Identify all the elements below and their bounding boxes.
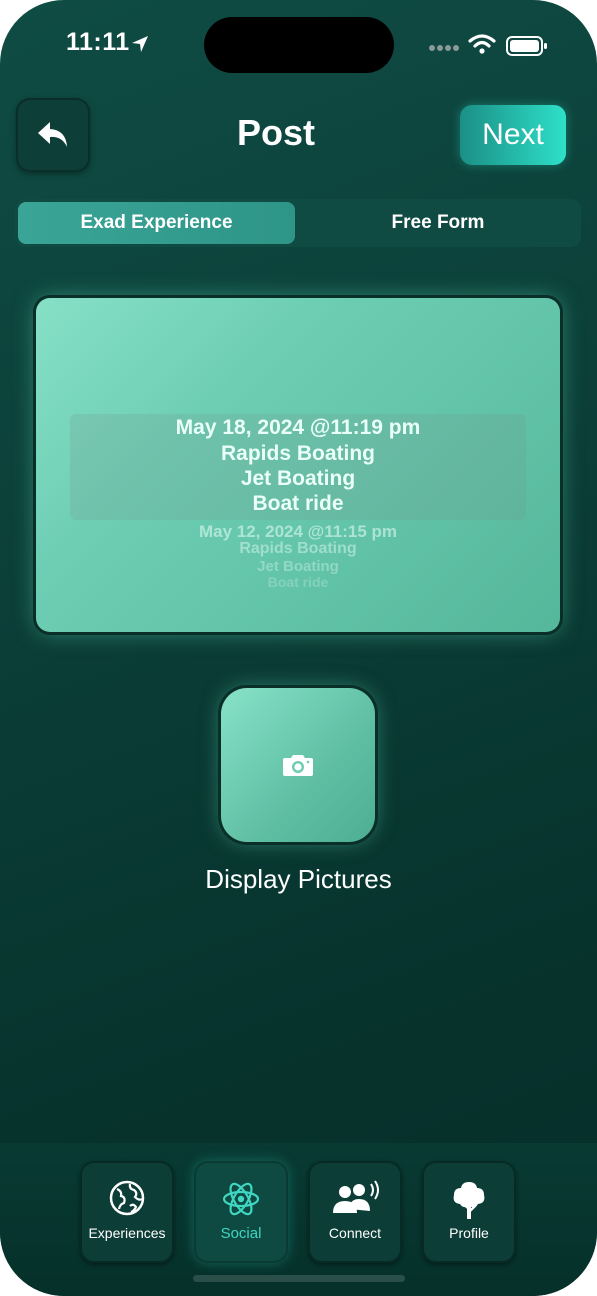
picker-next-date[interactable]: May 12, 2024 @11:15 pm (36, 522, 560, 542)
atom-icon (222, 1182, 260, 1216)
phone-screen: 11:11 Post Next Exad Experience Free For… (0, 0, 597, 1296)
tab-profile[interactable]: Profile (422, 1161, 516, 1263)
segment-free-form[interactable]: Free Form (298, 202, 578, 244)
segment-exad-experience[interactable]: Exad Experience (18, 202, 295, 244)
battery-icon (506, 36, 547, 56)
signal-icon (429, 45, 459, 51)
tab-label: Experiences (88, 1225, 166, 1241)
picker-next-line: Boat ride (267, 574, 329, 590)
segmented-control: Exad Experience Free Form (15, 199, 581, 247)
wifi-icon (468, 34, 496, 54)
tree-icon (453, 1182, 485, 1219)
tab-label: Connect (328, 1225, 382, 1241)
tab-connect[interactable]: Connect (308, 1161, 402, 1263)
tab-social[interactable]: Social (194, 1161, 288, 1263)
experience-picker[interactable]: May 18, 2024 @11:19 pm Rapids Boating Je… (36, 298, 560, 632)
tab-experiences[interactable]: Experiences (80, 1161, 174, 1263)
tab-label: Profile (449, 1225, 489, 1241)
status-time: 11:11 (66, 28, 130, 56)
picker-selected-date: May 18, 2024 @11:19 pm (175, 416, 421, 439)
picker-selected-line: Jet Boating (240, 467, 356, 490)
picker-selected-line: Rapids Boating (220, 442, 375, 465)
picker-next-line: Jet Boating (257, 558, 339, 575)
globe-icon (109, 1180, 145, 1216)
home-indicator[interactable] (193, 1275, 405, 1282)
people-voice-icon (333, 1180, 379, 1213)
tab-label: Social (220, 1225, 262, 1242)
next-button[interactable]: Next (460, 105, 566, 165)
dynamic-island (204, 17, 394, 73)
location-arrow-icon (132, 36, 148, 52)
camera-icon (283, 755, 313, 776)
picker-next-line: Rapids Boating (239, 540, 357, 557)
picker-selected-line: Boat ride (252, 492, 344, 515)
display-pictures-label: Display Pictures (205, 864, 392, 894)
add-photo-button[interactable] (221, 688, 375, 842)
